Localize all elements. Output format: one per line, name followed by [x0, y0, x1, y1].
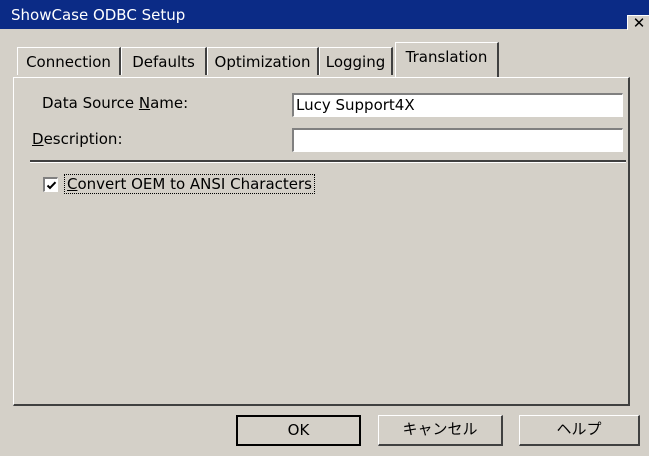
tab-optimization[interactable]: Optimization [207, 47, 319, 75]
close-icon: ✕ [632, 15, 646, 30]
tab-translation-label: Translation [405, 48, 488, 66]
cancel-button[interactable]: キャンセル [378, 415, 503, 446]
tab-optimization-label: Optimization [214, 53, 311, 71]
tab-logging-label: Logging [325, 53, 386, 71]
ok-button[interactable]: OK [236, 415, 361, 446]
separator [30, 160, 626, 163]
tab-defaults[interactable]: Defaults [121, 47, 207, 75]
tab-logging[interactable]: Logging [319, 47, 393, 75]
tab-panel [13, 77, 630, 406]
title-bar[interactable]: ShowCase ODBC Setup [0, 0, 649, 29]
convert-oem-checkbox[interactable] [43, 177, 58, 192]
tab-connection-label: Connection [26, 53, 111, 71]
help-button[interactable]: ヘルプ [519, 415, 640, 446]
tab-strip: Connection Defaults Optimization Logging… [17, 42, 617, 77]
checkmark-icon [46, 181, 57, 190]
tab-translation[interactable]: Translation [395, 42, 499, 77]
description-label: Description: [32, 130, 123, 148]
description-input[interactable] [292, 128, 623, 152]
dsn-label: Data Source Name: [42, 94, 189, 112]
close-button[interactable]: ✕ [627, 15, 649, 30]
dsn-input[interactable]: Lucy Support4X [292, 93, 623, 117]
tab-defaults-label: Defaults [132, 53, 195, 71]
window-title: ShowCase ODBC Setup [11, 6, 186, 24]
convert-oem-label[interactable]: Convert OEM to ANSI Characters [64, 174, 315, 194]
tab-connection[interactable]: Connection [17, 47, 121, 75]
